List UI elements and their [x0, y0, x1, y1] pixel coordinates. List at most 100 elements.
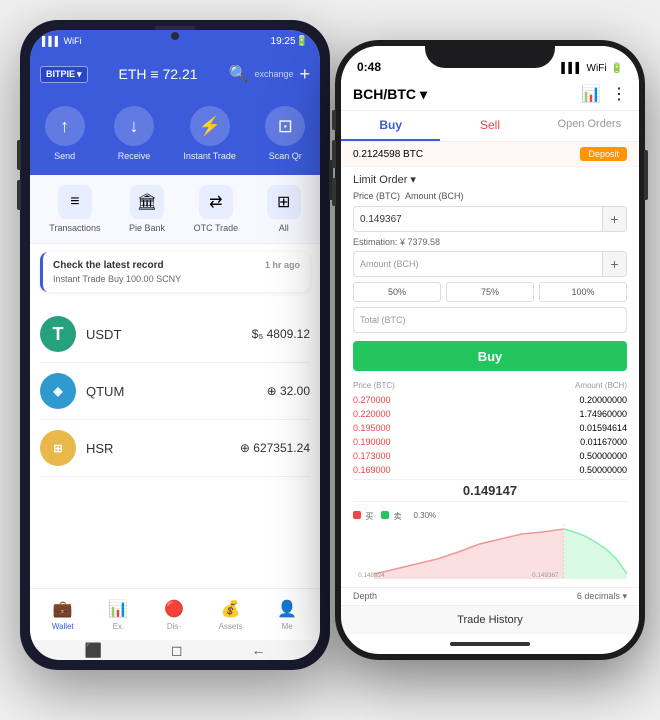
qtum-wallet-item[interactable]: ◈ QTUM ⊕ 32.00: [40, 363, 310, 420]
price-input-row: 0.149367 +: [353, 206, 627, 232]
scan-icon: ⊡: [265, 106, 305, 146]
notif-title-row: Check the latest record 1 hr ago: [53, 260, 300, 271]
notif-title-text: Check the latest record: [53, 260, 164, 271]
tab-discover[interactable]: 🔴 Dis-: [155, 594, 193, 635]
iphone-notch: [425, 40, 555, 68]
iphone-screen: 0:48 ▌▌▌ WiFi 🔋 BCH/BTC ▾ 📊 ⋮: [341, 46, 639, 654]
iphone-silent-switch: [332, 110, 336, 130]
price-plus[interactable]: +: [602, 207, 626, 231]
discover-tab-icon: 🔴: [163, 598, 185, 620]
me-tab-icon: 👤: [276, 598, 298, 620]
qtum-name: QTUM: [86, 384, 257, 399]
price-value[interactable]: 0.149367: [354, 214, 602, 225]
android-vol-down: [17, 180, 21, 210]
usdt-wallet-item[interactable]: T USDT $₅ 4809.12: [40, 306, 310, 363]
percent-buttons: 50% 75% 100%: [353, 282, 627, 302]
chart-legend: 买 卖 0.30%: [353, 511, 627, 522]
notif-time: 1 hr ago: [265, 260, 300, 271]
pie-bank-label: Pie Bank: [129, 223, 165, 233]
otc-trade-icon: ⇄: [199, 185, 233, 219]
ob-ask-row-4: 0.190000 0.01167000: [353, 435, 627, 449]
home-bar: [450, 642, 530, 646]
deposit-button[interactable]: Deposit: [580, 147, 627, 161]
android-speaker: [155, 26, 195, 30]
action-row: ↑ Send ↓ Receive ⚡ Instant Trade ⊡ Scan …: [30, 96, 320, 175]
android-nav: BITPIE ▾ ETH ≡ 72.21 🔍 exchange +: [30, 52, 320, 96]
otc-trade-menu[interactable]: ⇄ OTC Trade: [194, 185, 239, 233]
depth-chevron: ▾: [622, 591, 627, 601]
android-status-time: 19:25: [271, 36, 296, 47]
order-type-chevron: ▾: [410, 173, 416, 186]
usdt-icon: T: [40, 316, 76, 352]
ob-ask-row-3: 0.195000 0.01594614: [353, 421, 627, 435]
price-header: Price (BTC): [353, 191, 400, 201]
nav-title: ETH ≡ 72.21: [88, 66, 229, 82]
android-screen-outer: ▌▌▌ WiFi 19:25 🔋 BITPIE ▾ ETH ≡ 72.21 🔍: [30, 30, 320, 660]
android-phone: ▌▌▌ WiFi 19:25 🔋 BITPIE ▾ ETH ≡ 72.21 🔍: [20, 20, 330, 670]
amount-plus[interactable]: +: [602, 252, 626, 276]
tab-wallet[interactable]: 💼 Wallet: [44, 594, 82, 635]
amount-input-row: Amount (BCH) +: [353, 251, 627, 277]
ob-price-col: Price (BTC): [353, 381, 395, 390]
tab-exchange[interactable]: 📊 Ex.: [99, 594, 137, 635]
depth-decimals[interactable]: 6 decimals ▾: [577, 591, 627, 602]
tab-assets[interactable]: 💰 Assets: [211, 594, 251, 635]
form-col-headers: Price (BTC) Amount (BCH): [353, 191, 627, 201]
instant-trade-icon: ⚡: [190, 106, 230, 146]
discover-tab-label: Dis-: [167, 622, 181, 631]
tab-me[interactable]: 👤 Me: [268, 594, 306, 635]
nav-brand[interactable]: BITPIE ▾: [40, 66, 88, 83]
pct-50[interactable]: 50%: [353, 282, 441, 302]
tab-sell[interactable]: Sell: [440, 111, 539, 141]
hsr-icon: ⊞: [40, 430, 76, 466]
all-menu[interactable]: ⊞ All: [267, 185, 301, 233]
chart-area: 买 卖 0.30%: [341, 507, 639, 587]
pie-bank-menu[interactable]: 🏛 Pie Bank: [129, 185, 165, 233]
android-screen: ▌▌▌ WiFi 19:25 🔋 BITPIE ▾ ETH ≡ 72.21 🔍: [30, 30, 320, 660]
gesture-back-arrow[interactable]: ←: [251, 642, 265, 658]
iphone-vol-down: [332, 178, 336, 206]
svg-text:0.148924: 0.148924: [358, 572, 385, 579]
instant-trade-button[interactable]: ⚡ Instant Trade: [183, 106, 236, 161]
pct-100[interactable]: 100%: [539, 282, 627, 302]
brand-label: BITPIE: [46, 69, 75, 79]
scan-button[interactable]: ⊡ Scan Qr: [265, 106, 305, 161]
ob-ask-row-6: 0.169000 0.50000000: [353, 463, 627, 477]
tab-open-orders[interactable]: Open Orders: [540, 111, 639, 141]
trade-pair[interactable]: BCH/BTC ▾: [353, 86, 427, 103]
add-icon[interactable]: +: [299, 64, 310, 85]
android-status-left: ▌▌▌ WiFi: [42, 36, 82, 46]
usdt-balance: $₅ 4809.12: [252, 327, 310, 341]
total-label: Total (BTC): [354, 315, 626, 325]
gesture-back-square[interactable]: ⬛: [84, 642, 101, 659]
more-icon[interactable]: ⋮: [611, 84, 627, 104]
hsr-wallet-item[interactable]: ⊞ HSR ⊕ 627351.24: [40, 420, 310, 477]
receive-button[interactable]: ↓ Receive: [114, 106, 154, 161]
chart-icon[interactable]: 📊: [581, 84, 601, 104]
notification-card[interactable]: Check the latest record 1 hr ago Instant…: [40, 252, 310, 292]
nav-icons: 🔍 exchange +: [229, 64, 310, 85]
gesture-home-square[interactable]: ◻: [171, 642, 183, 659]
battery-icon: 🔋: [611, 63, 623, 74]
ob-ask-row-5: 0.173000 0.50000000: [353, 449, 627, 463]
me-tab-label: Me: [282, 622, 293, 631]
buy-button[interactable]: Buy: [353, 341, 627, 371]
all-icon: ⊞: [267, 185, 301, 219]
iphone: 0:48 ▌▌▌ WiFi 🔋 BCH/BTC ▾ 📊 ⋮: [335, 40, 645, 660]
assets-tab-icon: 💰: [220, 598, 242, 620]
ob-legend: Price (BTC) Amount (BCH): [353, 381, 627, 390]
usdt-name: USDT: [86, 327, 242, 342]
pie-bank-icon: 🏛: [130, 185, 164, 219]
hsr-name: HSR: [86, 441, 230, 456]
order-form: Limit Order ▾ Price (BTC) Amount (BCH) 0…: [341, 167, 639, 377]
trade-history-button[interactable]: Trade History: [341, 605, 639, 634]
order-type[interactable]: Limit Order ▾: [353, 173, 627, 186]
transactions-menu[interactable]: ≡ Transactions: [49, 185, 100, 233]
tab-buy[interactable]: Buy: [341, 111, 440, 141]
search-icon[interactable]: 🔍: [229, 64, 249, 84]
deposit-bar: 0.2124598 BTC Deposit: [341, 142, 639, 167]
iphone-home-indicator: [341, 634, 639, 654]
pct-75[interactable]: 75%: [446, 282, 534, 302]
send-button[interactable]: ↑ Send: [45, 106, 85, 161]
wallet-tab-icon: 💼: [52, 598, 74, 620]
